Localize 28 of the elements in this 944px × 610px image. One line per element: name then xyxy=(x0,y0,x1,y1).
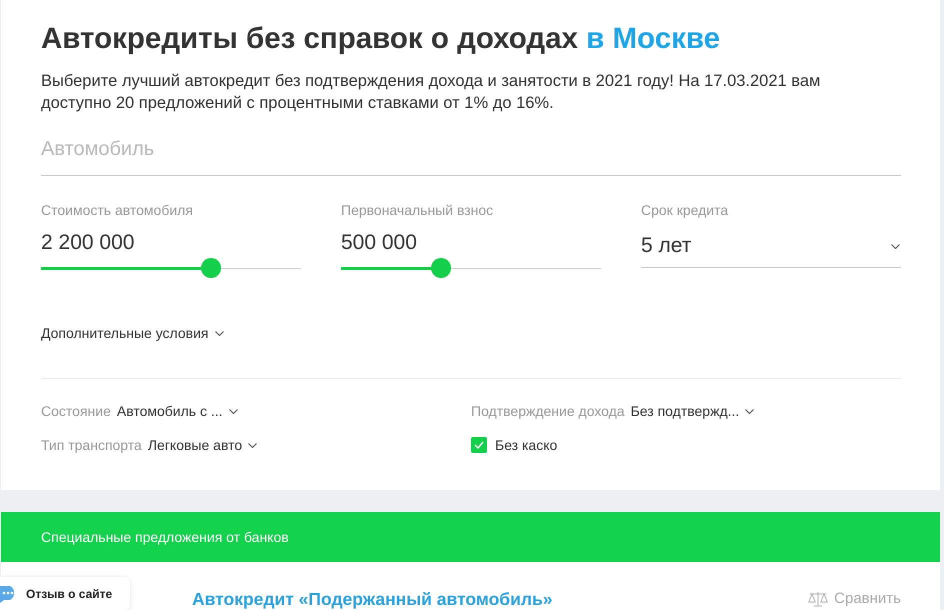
filter-dropdown[interactable]: Легковые авто xyxy=(148,437,258,453)
car-search-field[interactable]: Автомобиль xyxy=(41,138,901,176)
caret-icon xyxy=(214,330,224,336)
amount-field[interactable]: 2 200 000 xyxy=(41,229,301,257)
term-dropdown[interactable]: 5 лет xyxy=(641,229,901,268)
filter-dropdown[interactable]: Автомобиль с ... xyxy=(116,403,238,419)
amount-field[interactable]: 500 000 xyxy=(341,229,601,257)
banner-title: Специальные предложения от банков xyxy=(41,529,289,545)
filter-label: Подтверждение дохода xyxy=(471,402,625,420)
more-conditions-toggle[interactable]: Дополнительные условия xyxy=(41,325,224,341)
filter-label: Тип транспорта xyxy=(41,436,142,454)
caret-icon xyxy=(745,408,754,414)
filter-dropdown[interactable]: Без подтвержд... xyxy=(630,403,754,419)
field-label: Срок кредита xyxy=(641,201,730,219)
checkbox[interactable] xyxy=(471,437,487,453)
caret-icon xyxy=(228,408,238,414)
caret-icon xyxy=(891,244,900,248)
caret-icon xyxy=(248,442,258,448)
page-title: Автокредиты без справок о доходах в Москве xyxy=(41,21,722,57)
feedback-button[interactable]: Отзыв о сайте xyxy=(0,577,130,610)
field-label: Первоначальный взнос xyxy=(341,201,494,219)
slider-thumb[interactable] xyxy=(201,258,222,278)
intro-text: Выберите лучший автокредит без подтверждения дохода и занятости в 2021 году! На 17.03.2021 вам доступно 20 предложений с процентными ставками от 1% до 16%. xyxy=(41,71,822,114)
checkbox-label[interactable]: Без каско xyxy=(495,437,558,453)
slider-thumb[interactable] xyxy=(431,258,452,278)
scales-icon xyxy=(808,591,828,607)
field-label: Стоимость автомобиля xyxy=(41,201,194,219)
filter-label: Состояние xyxy=(41,402,111,420)
